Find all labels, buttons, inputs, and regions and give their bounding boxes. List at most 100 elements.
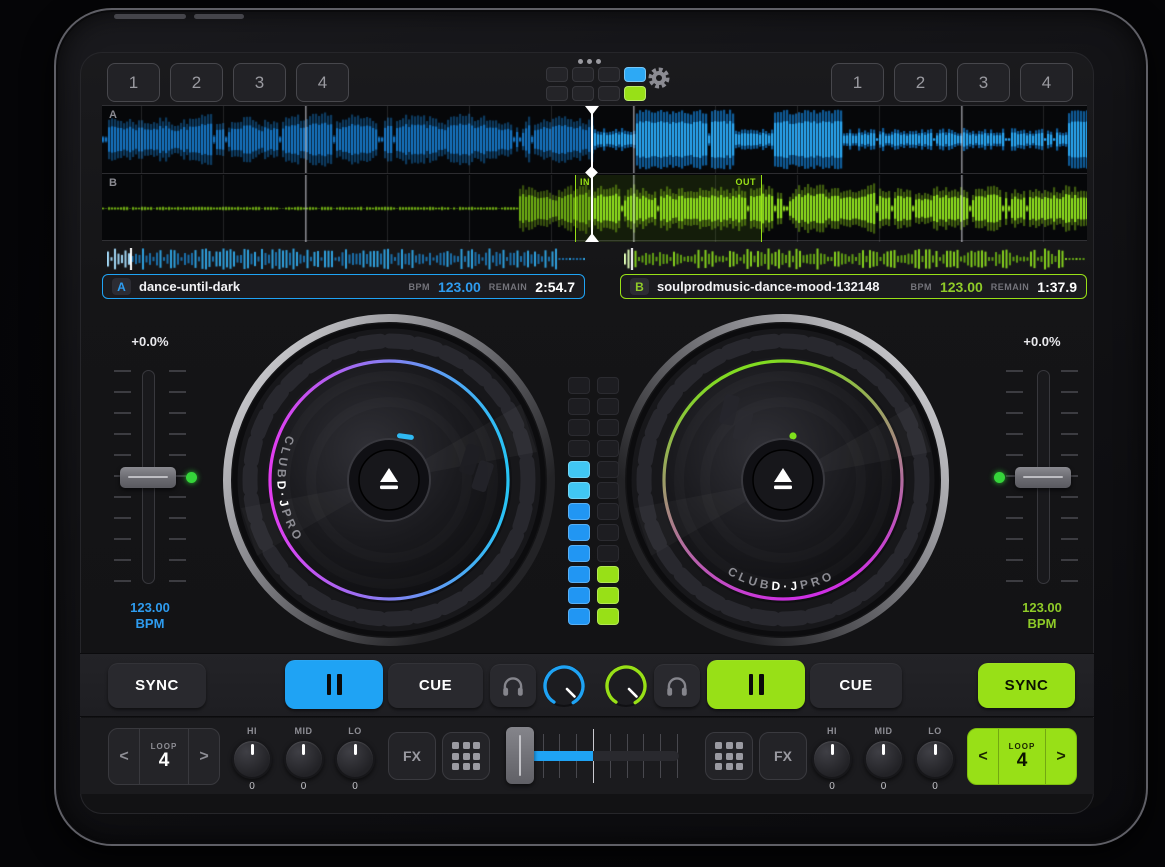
loop-decrease-button[interactable]: < bbox=[968, 729, 998, 784]
deck-a-track-overview[interactable] bbox=[107, 248, 585, 270]
loop-increase-button[interactable]: > bbox=[189, 729, 219, 784]
vu-segment bbox=[568, 461, 590, 478]
crossfader bbox=[501, 724, 685, 788]
deck-b-loop-control: < LOOP 4 > bbox=[967, 728, 1077, 785]
hot-cue-2-deck-b[interactable]: 2 bbox=[894, 63, 947, 102]
vu-segment bbox=[568, 503, 590, 520]
deck-b-fx-button[interactable]: FX bbox=[759, 732, 807, 780]
vu-segment bbox=[597, 587, 619, 604]
deck-a-headphone-button[interactable] bbox=[490, 664, 536, 707]
deck-a-jog-wheel[interactable]: CLUBD·JPRO bbox=[221, 312, 557, 648]
deck-select-cell-r2-c2[interactable] bbox=[572, 86, 594, 101]
headphones-icon bbox=[500, 674, 526, 698]
deck-b-headphone-button[interactable] bbox=[654, 664, 700, 707]
eq-knob[interactable] bbox=[284, 739, 324, 779]
deck-b-eq-mid: MID0 bbox=[858, 726, 910, 792]
deck-b-track-overview[interactable] bbox=[624, 248, 1085, 270]
vu-segment bbox=[597, 566, 619, 583]
eq-value: 0 bbox=[858, 781, 910, 792]
loop-region: IN OUT bbox=[575, 175, 762, 242]
deck-a-loop-value-box[interactable]: LOOP 4 bbox=[139, 729, 189, 784]
hot-cue-1-deck-b[interactable]: 1 bbox=[831, 63, 884, 102]
hot-cue-3-deck-a[interactable]: 3 bbox=[233, 63, 286, 102]
vu-segment bbox=[597, 503, 619, 520]
deck-b-sync-button[interactable]: SYNC bbox=[978, 663, 1075, 708]
hot-cue-4-deck-b[interactable]: 4 bbox=[1020, 63, 1073, 102]
eq-knob[interactable] bbox=[864, 739, 904, 779]
vu-segment bbox=[597, 440, 619, 457]
deck-b-track-bar[interactable]: B soulprodmusic-dance-mood-132148 BPM 12… bbox=[620, 274, 1087, 299]
crossfader-fill bbox=[533, 751, 593, 761]
deck-select-cell-r1-c2[interactable] bbox=[572, 67, 594, 82]
app-screen: 1234 1234 A B IN OUT bbox=[80, 52, 1094, 814]
eq-knob[interactable] bbox=[915, 739, 955, 779]
settings-gear-icon[interactable] bbox=[646, 65, 672, 91]
hot-cue-4-deck-a[interactable]: 4 bbox=[296, 63, 349, 102]
deck-a-eq-mid: MID 0 bbox=[278, 726, 330, 792]
deck-b-remain-label: REMAIN bbox=[991, 282, 1030, 292]
eq-value: 0 bbox=[909, 781, 961, 792]
deck-select-cell-r2-c1[interactable] bbox=[546, 86, 568, 101]
deck-b-pitch-fader-handle[interactable] bbox=[1015, 467, 1071, 488]
headphones-icon bbox=[664, 674, 690, 698]
eq-value: 0 bbox=[278, 781, 330, 792]
loop-in-marker: IN bbox=[580, 177, 590, 187]
deck-a-pause-button[interactable] bbox=[285, 660, 383, 709]
vu-segment bbox=[568, 545, 590, 562]
menu-dots-icon[interactable] bbox=[578, 59, 646, 64]
crossfader-handle[interactable] bbox=[506, 727, 534, 784]
hot-cue-3-deck-b[interactable]: 3 bbox=[957, 63, 1010, 102]
knob-pointer bbox=[302, 744, 305, 755]
loop-decrease-button[interactable]: < bbox=[109, 729, 139, 784]
deck-b-wave-label: B bbox=[109, 177, 117, 189]
vu-segment bbox=[568, 398, 590, 415]
deck-a-pitch-value: +0.0% bbox=[100, 334, 200, 349]
hot-cue-pads-deck-a: 1234 bbox=[107, 63, 349, 102]
eq-knob[interactable] bbox=[232, 739, 272, 779]
deck-b-loop-value-box[interactable]: LOOP 4 bbox=[998, 729, 1046, 784]
knob-pointer bbox=[251, 744, 254, 755]
loop-increase-button[interactable]: > bbox=[1046, 729, 1076, 784]
hot-cue-1-deck-a[interactable]: 1 bbox=[107, 63, 160, 102]
deck-a-sync-button[interactable]: SYNC bbox=[108, 663, 206, 708]
deck-select-grid bbox=[546, 67, 646, 101]
deck-b-jog-wheel[interactable]: CLUBD·JPRO bbox=[615, 312, 951, 648]
deck-select-cell-r1-c3[interactable] bbox=[598, 67, 620, 82]
knob-pointer bbox=[831, 744, 834, 755]
eq-label: MID bbox=[278, 726, 330, 736]
deck-b-bpm-value: 123.00 bbox=[940, 279, 983, 295]
deck-a-track-bar[interactable]: A dance-until-dark BPM 123.00 REMAIN 2:5… bbox=[102, 274, 585, 299]
eq-label: HI bbox=[806, 726, 858, 736]
eq-knob[interactable] bbox=[812, 739, 852, 779]
tablet-volume-button bbox=[194, 14, 244, 19]
deck-a-vu-meter bbox=[568, 377, 590, 625]
deck-select-cell-r1-c4[interactable] bbox=[624, 67, 646, 82]
deck-b-monitor-knob[interactable] bbox=[603, 663, 649, 709]
vu-segment bbox=[597, 608, 619, 625]
pad-grid-icon bbox=[452, 742, 480, 770]
deck-select-cell-r2-c4[interactable] bbox=[624, 86, 646, 101]
vu-segment bbox=[568, 587, 590, 604]
deck-a-waveform[interactable] bbox=[102, 106, 1087, 173]
eq-knob[interactable] bbox=[335, 739, 375, 779]
deck-b-pads-button[interactable] bbox=[705, 732, 753, 780]
deck-a-pads-button[interactable] bbox=[442, 732, 490, 780]
hot-cue-2-deck-a[interactable]: 2 bbox=[170, 63, 223, 102]
vu-segment bbox=[568, 524, 590, 541]
deck-b-cue-button[interactable]: CUE bbox=[810, 663, 902, 708]
deck-select-cell-r1-c1[interactable] bbox=[546, 67, 568, 82]
deck-b-pause-button[interactable] bbox=[707, 660, 805, 709]
knob-pointer bbox=[934, 744, 937, 755]
deck-a-pitch-fader-handle[interactable] bbox=[120, 467, 176, 488]
deck-b-vu-meter bbox=[597, 377, 619, 625]
eq-label: HI bbox=[226, 726, 278, 736]
deck-a-fx-button[interactable]: FX bbox=[388, 732, 436, 780]
deck-a-monitor-knob[interactable] bbox=[541, 663, 587, 709]
eq-value: 0 bbox=[806, 781, 858, 792]
tablet-power-button bbox=[114, 14, 186, 19]
vu-segment bbox=[597, 482, 619, 499]
deck-select-cell-r2-c3[interactable] bbox=[598, 86, 620, 101]
vu-segment bbox=[597, 524, 619, 541]
vu-meters bbox=[568, 377, 619, 625]
deck-a-cue-button[interactable]: CUE bbox=[388, 663, 483, 708]
